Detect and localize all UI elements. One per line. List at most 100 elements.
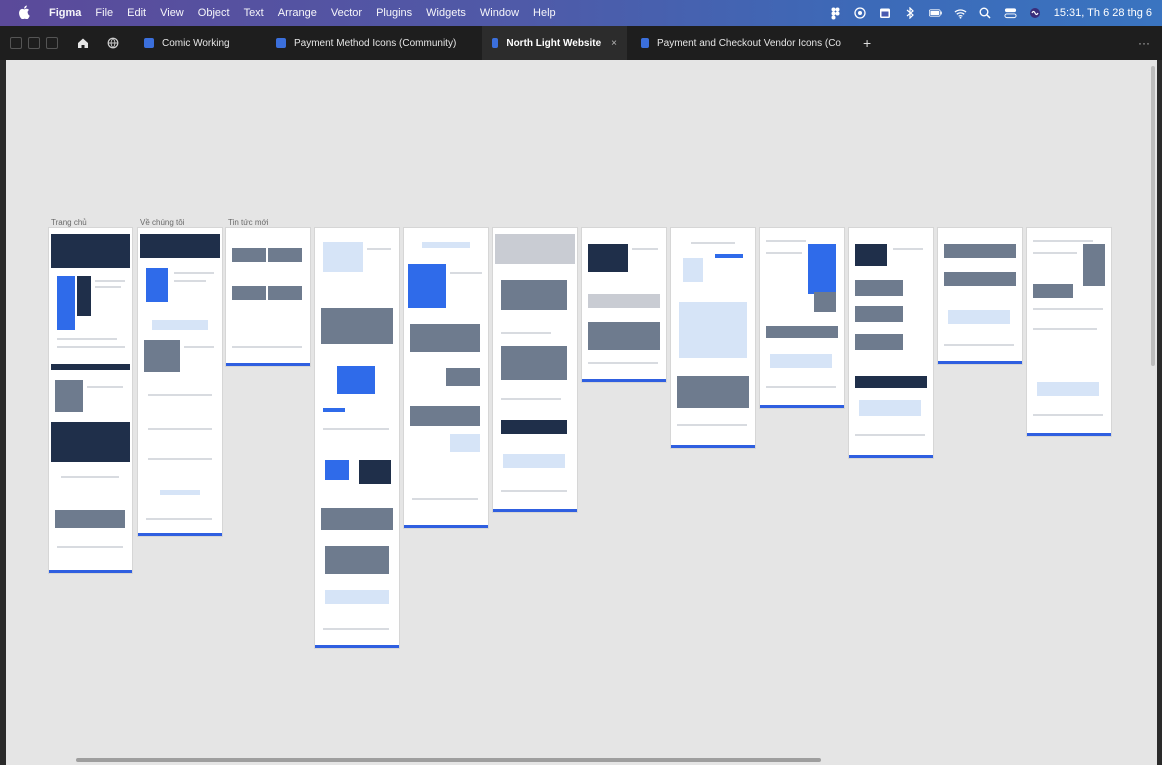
window-zoom-button[interactable] xyxy=(46,37,58,49)
page-frame-9[interactable] xyxy=(760,228,844,408)
text-line xyxy=(893,248,923,250)
menu-text[interactable]: Text xyxy=(244,7,264,19)
window-close-button[interactable] xyxy=(10,37,22,49)
card-image xyxy=(146,268,168,302)
text-line xyxy=(95,280,125,282)
more-options-button[interactable]: ··· xyxy=(1138,26,1150,60)
search-icon[interactable] xyxy=(979,7,992,20)
vertical-scrollbar[interactable] xyxy=(1151,66,1155,366)
menu-widgets[interactable]: Widgets xyxy=(426,7,466,19)
form-block xyxy=(503,454,565,468)
community-globe-icon[interactable] xyxy=(102,32,124,54)
form-block xyxy=(948,310,1010,324)
button-block xyxy=(160,490,200,495)
page-frame-12[interactable] xyxy=(1027,228,1111,436)
menu-arrange[interactable]: Arrange xyxy=(278,7,317,19)
frame-label-news[interactable]: Tin tức mới xyxy=(228,218,269,227)
page-frame-news[interactable] xyxy=(226,228,310,366)
text-line xyxy=(323,628,389,630)
frame-label-about[interactable]: Về chúng tôi xyxy=(140,218,184,227)
page-frame-5[interactable] xyxy=(404,228,488,528)
text-line xyxy=(57,338,117,340)
tab-label: North Light Website xyxy=(506,37,602,49)
close-tab-icon[interactable]: × xyxy=(611,38,617,49)
menu-bar-clock[interactable]: 15:31, Th 6 28 thg 6 xyxy=(1054,7,1152,19)
menu-window[interactable]: Window xyxy=(480,7,519,19)
menu-vector[interactable]: Vector xyxy=(331,7,362,19)
apple-logo-icon[interactable] xyxy=(18,5,32,22)
horizontal-scrollbar[interactable] xyxy=(76,758,821,762)
photo-column xyxy=(1083,244,1105,286)
calendar-icon[interactable] xyxy=(879,7,892,20)
page-frame-home[interactable] xyxy=(49,228,132,573)
photo-row xyxy=(855,280,903,296)
photo-row xyxy=(944,244,1016,258)
wifi-icon[interactable] xyxy=(954,7,967,20)
text-line xyxy=(148,458,212,460)
page-frame-6[interactable] xyxy=(493,228,577,512)
menu-view[interactable]: View xyxy=(160,7,184,19)
figma-file-icon xyxy=(276,38,286,48)
photo-row xyxy=(1033,284,1073,298)
photo-block xyxy=(55,380,83,412)
hero-image xyxy=(140,234,220,258)
text-line xyxy=(944,344,1014,346)
record-icon[interactable] xyxy=(854,7,867,20)
dark-banner xyxy=(501,420,567,434)
siri-icon[interactable] xyxy=(1029,7,1042,20)
tab-payment-method-icons[interactable]: Payment Method Icons (Community) xyxy=(266,26,476,60)
chart-illustration xyxy=(323,242,363,272)
text-line xyxy=(855,434,925,436)
grey-band xyxy=(588,294,660,308)
photo-row xyxy=(588,322,660,350)
page-frame-about[interactable] xyxy=(138,228,222,536)
home-icon[interactable] xyxy=(72,32,94,54)
bluetooth-icon[interactable] xyxy=(904,7,917,20)
menu-help[interactable]: Help xyxy=(533,7,556,19)
blue-card xyxy=(808,244,836,294)
page-frame-4[interactable] xyxy=(315,228,399,648)
text-line xyxy=(323,428,389,430)
figma-tab-bar: Comic Working Payment Method Icons (Comm… xyxy=(0,26,1162,60)
text-line xyxy=(501,490,567,492)
tab-comic-working[interactable]: Comic Working xyxy=(134,26,254,60)
frame-footer-bar xyxy=(49,570,132,573)
text-line xyxy=(632,248,658,250)
menu-plugins[interactable]: Plugins xyxy=(376,7,412,19)
frame-label-home[interactable]: Trang chủ xyxy=(51,218,87,227)
control-center-icon[interactable] xyxy=(1004,7,1017,20)
photo-row xyxy=(766,326,838,338)
page-frame-10[interactable] xyxy=(849,228,933,458)
text-line xyxy=(61,476,119,478)
cta-bar xyxy=(51,364,130,370)
photo-block xyxy=(814,292,836,312)
text-line xyxy=(1033,328,1097,330)
photo-block xyxy=(268,286,302,300)
figma-canvas[interactable]: Trang chủ Về chúng tôi Tin tức mới xyxy=(6,60,1157,765)
window-minimize-button[interactable] xyxy=(28,37,40,49)
page-frame-11[interactable] xyxy=(938,228,1022,364)
battery-icon[interactable] xyxy=(928,7,942,20)
card-image xyxy=(57,276,75,330)
menu-object[interactable]: Object xyxy=(198,7,230,19)
hero-image xyxy=(51,234,130,268)
feature-illustration xyxy=(337,366,375,394)
tab-north-light-website[interactable]: North Light Website × xyxy=(482,26,627,60)
menu-file[interactable]: File xyxy=(95,7,113,19)
tab-payment-checkout-vendor-icons[interactable]: Payment and Checkout Vendor Icons (Co xyxy=(631,26,851,60)
photo-block xyxy=(501,346,567,380)
menu-figma[interactable]: Figma xyxy=(49,7,81,19)
text-line xyxy=(87,386,123,388)
text-line xyxy=(57,346,125,348)
menu-edit[interactable]: Edit xyxy=(127,7,146,19)
new-tab-button[interactable]: + xyxy=(863,35,871,51)
text-line xyxy=(766,386,836,388)
photo-block xyxy=(855,244,887,266)
text-line xyxy=(232,346,302,348)
text-line xyxy=(367,248,391,250)
frame-footer-bar xyxy=(760,405,844,408)
page-frame-7[interactable] xyxy=(582,228,666,382)
page-frame-8[interactable] xyxy=(671,228,755,448)
figma-icon[interactable] xyxy=(829,7,842,20)
pink-card xyxy=(450,434,480,452)
